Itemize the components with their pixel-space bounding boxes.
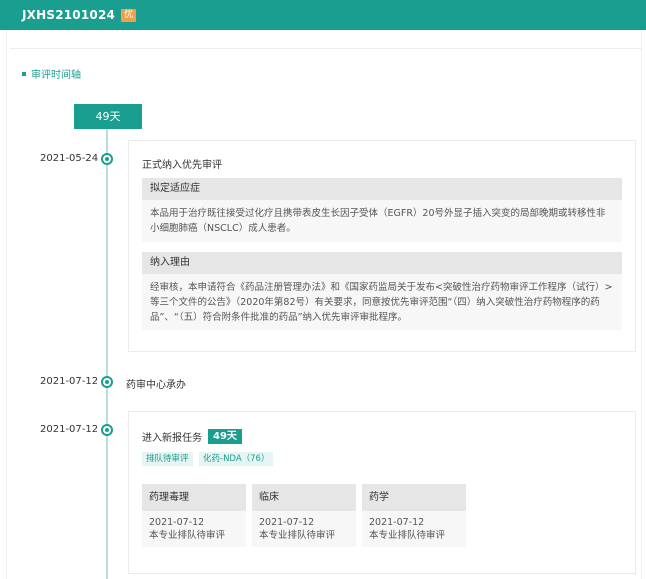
priority-badge: 优 [121, 8, 137, 22]
block-body-indication: 本品用于治疗既往接受过化疗且携带表皮生长因子受体（EGFR）20号外显子插入突变… [142, 200, 622, 242]
column-date: 2021-07-12 [149, 517, 205, 528]
block-body-reason: 经审核，本申请符合《药品注册管理办法》和《国家药监局关于发布<突破性治疗药物审评… [142, 274, 622, 330]
category-tag: 化药-NDA（76） [199, 452, 274, 466]
timeline-dot-icon [101, 424, 113, 436]
column-body-pharmacology: 2021-07-12 本专业排队待审评 [142, 511, 246, 547]
header-bar: JXHS2101024 优 [0, 0, 646, 30]
column-body-clinical: 2021-07-12 本专业排队待审评 [252, 511, 356, 547]
column-heading-pharmacy: 药学 [362, 484, 466, 511]
event-card-new-task: 进入新报任务 49天 排队待审评 化药-NDA（76） 药理毒理 2021-07… [128, 411, 636, 574]
section-title-text: 审评时间轴 [31, 70, 81, 81]
timeline-dot-icon [101, 376, 113, 388]
block-heading-indication: 拟定适应症 [142, 178, 622, 200]
event-date: 2021-05-24 [40, 153, 99, 164]
total-duration-badge: 49天 [74, 104, 142, 129]
timeline-line [106, 129, 108, 579]
column-status: 本专业排队待审评 [369, 530, 446, 541]
event-date: 2021-07-12 [40, 424, 99, 435]
column-body-pharmacy: 2021-07-12 本专业排队待审评 [362, 511, 466, 547]
event-date: 2021-07-12 [40, 376, 99, 387]
section-marker-icon [22, 71, 26, 76]
column-status: 本专业排队待审评 [259, 530, 336, 541]
column-date: 2021-07-12 [259, 517, 315, 528]
block-heading-reason: 纳入理由 [142, 252, 622, 274]
application-number: JXHS2101024 [22, 8, 116, 22]
task-duration-badge: 49天 [208, 429, 242, 444]
column-heading-clinical: 临床 [252, 484, 356, 511]
event-title: 正式纳入优先审评 [142, 160, 222, 171]
event-card-priority-review: 正式纳入优先审评 拟定适应症 本品用于治疗既往接受过化疗且携带表皮生长因子受体（… [128, 140, 636, 352]
event-title-row: 进入新报任务 49天 [142, 429, 242, 444]
event-title: 进入新报任务 [142, 433, 202, 444]
column-date: 2021-07-12 [369, 517, 425, 528]
column-heading-pharmacology: 药理毒理 [142, 484, 246, 511]
status-tag: 排队待审评 [142, 452, 193, 466]
column-status: 本专业排队待审评 [149, 530, 226, 541]
timeline-dot-icon [101, 153, 113, 165]
event-title: 药审中心承办 [126, 380, 186, 391]
section-title: 审评时间轴 [22, 66, 81, 81]
